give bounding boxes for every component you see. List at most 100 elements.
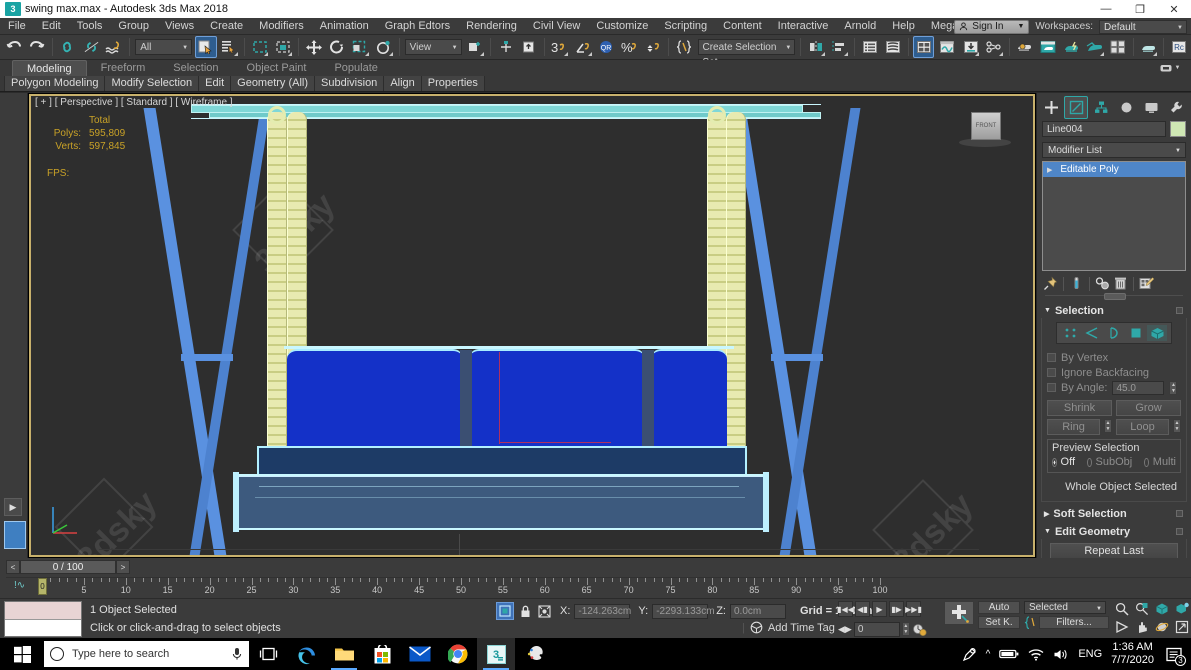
minimize-button[interactable]: — <box>1089 0 1123 18</box>
listener-input-pane[interactable] <box>5 602 81 619</box>
color-swatch[interactable] <box>4 521 26 549</box>
by-vertex-checkbox[interactable] <box>1047 353 1056 362</box>
rendered-frame-window-button[interactable] <box>1061 36 1082 58</box>
menu-animation[interactable]: Animation <box>312 18 377 35</box>
clock[interactable]: 1:36 AM 7/7/2020 <box>1111 641 1154 667</box>
viewcube[interactable]: FRONT <box>971 112 1001 140</box>
select-by-name-button[interactable] <box>219 36 240 58</box>
loop-button[interactable]: Loop <box>1116 419 1169 435</box>
rollout-edit-geometry-header[interactable]: ▼ Edit Geometry <box>1041 524 1187 539</box>
preview-subobj-radio[interactable] <box>1087 457 1092 467</box>
ring-spinner[interactable]: ▲ ▼ <box>1104 419 1112 433</box>
ribbon-panel-modify-selection[interactable]: Modify Selection <box>105 76 200 91</box>
auto-key-button[interactable]: Auto <box>978 601 1020 614</box>
z-coordinate-field[interactable]: 0.0cm <box>729 603 786 619</box>
workspace-select[interactable]: Default <box>1099 19 1187 35</box>
notifications-icon[interactable]: 3 <box>1163 643 1186 666</box>
redo-button[interactable] <box>26 36 47 58</box>
select-and-rotate-button[interactable] <box>326 36 347 58</box>
add-time-tag-control[interactable]: | Add Time Tag <box>742 621 835 634</box>
menu-arnold[interactable]: Arnold <box>836 18 884 35</box>
keyboard-shortcut-override-button[interactable] <box>518 36 539 58</box>
particle-view-button[interactable] <box>983 36 1004 58</box>
ribbon-minimize-control[interactable]: ▼ <box>1157 60 1183 76</box>
vertex-sublevel-button[interactable] <box>1061 325 1081 341</box>
task-view-icon[interactable] <box>249 638 287 670</box>
expand-triangle-icon[interactable]: ▶ <box>1044 510 1049 518</box>
menu-create[interactable]: Create <box>202 18 251 35</box>
render-in-cloud-button[interactable]: Rc <box>1168 36 1189 58</box>
wifi-icon[interactable] <box>1028 648 1044 661</box>
next-frame-button[interactable]: > <box>116 560 130 574</box>
absolute-relative-toggle[interactable] <box>496 602 514 620</box>
time-slider-playhead[interactable]: 0 <box>38 578 47 595</box>
start-icon[interactable] <box>0 638 44 670</box>
repeat-last-button[interactable]: Repeat Last <box>1050 543 1178 559</box>
loop-spinner[interactable]: ▲ ▼ <box>1173 419 1181 433</box>
volume-icon[interactable] <box>1053 648 1069 661</box>
undo-button[interactable] <box>3 36 24 58</box>
modifier-stack[interactable]: ▶ Editable Poly <box>1042 161 1186 271</box>
edit-named-selection-sets-button[interactable] <box>673 36 694 58</box>
polygon-sublevel-button[interactable] <box>1126 325 1146 341</box>
preview-off-radio[interactable] <box>1052 457 1057 467</box>
menu-graph-editors[interactable]: Graph Edtors <box>377 18 458 35</box>
ring-button[interactable]: Ring <box>1047 419 1100 435</box>
previous-frame-button[interactable]: ◀▮ <box>855 601 870 617</box>
key-filters-button[interactable]: Filters... <box>1039 616 1109 629</box>
bind-to-space-warp-button[interactable] <box>104 36 125 58</box>
time-slider[interactable]: 0 / 100 <box>20 560 116 574</box>
language-indicator[interactable]: ENG <box>1078 648 1102 660</box>
panel-divider[interactable] <box>1045 293 1183 301</box>
menu-views[interactable]: Views <box>157 18 202 35</box>
zoom-icon[interactable] <box>1112 600 1131 617</box>
isolate-selection-icon[interactable] <box>536 602 552 620</box>
select-and-manipulate-button[interactable] <box>495 36 516 58</box>
grow-button[interactable]: Grow <box>1116 400 1181 416</box>
listener-output-pane[interactable] <box>5 618 81 636</box>
menu-help[interactable]: Help <box>884 18 923 35</box>
expand-triangle-icon[interactable]: ▶ <box>1047 166 1052 174</box>
rollout-selection-header[interactable]: ▼ Selection <box>1041 303 1187 318</box>
zoom-all-icon[interactable] <box>1132 600 1151 617</box>
x-coordinate-field[interactable]: -124.263cm <box>574 603 631 619</box>
by-angle-row[interactable]: By Angle: 45.0 ▲ ▼ <box>1047 380 1181 395</box>
modify-tab[interactable] <box>1064 95 1089 119</box>
sign-in-button[interactable]: Sign In ▼ <box>954 19 1030 34</box>
select-and-scale-button[interactable] <box>350 36 371 58</box>
close-button[interactable]: ✕ <box>1157 0 1191 18</box>
play-animation-button[interactable]: ▶ <box>872 601 887 617</box>
by-vertex-row[interactable]: By Vertex <box>1047 350 1181 365</box>
ribbon-panel-edit[interactable]: Edit <box>199 76 232 91</box>
curve-editor-button[interactable] <box>913 36 935 58</box>
set-key-filters-button[interactable] <box>960 36 981 58</box>
y-coordinate-field[interactable]: -2293.133cm <box>652 603 715 619</box>
select-and-place-button[interactable] <box>373 36 394 58</box>
rollout-pin-icon[interactable] <box>1176 528 1183 535</box>
select-and-move-button[interactable] <box>303 36 324 58</box>
create-tab[interactable] <box>1039 96 1063 119</box>
make-unique-icon[interactable] <box>1095 276 1110 291</box>
ignore-backfacing-row[interactable]: Ignore Backfacing <box>1047 365 1181 380</box>
expand-panel-button[interactable]: ▶ <box>4 498 22 516</box>
lock-icon[interactable] <box>518 602 532 620</box>
pen-icon[interactable] <box>962 647 977 662</box>
maxscript-mini-listener[interactable] <box>4 601 82 637</box>
paint-icon[interactable] <box>515 638 553 670</box>
menu-interactive[interactable]: Interactive <box>770 18 837 35</box>
render-setup-button[interactable] <box>1037 36 1058 58</box>
layer-explorer-button[interactable] <box>859 36 880 58</box>
menu-modifiers[interactable]: Modifiers <box>251 18 312 35</box>
modifier-stack-item-editable-poly[interactable]: ▶ Editable Poly <box>1043 162 1185 177</box>
menu-civil-view[interactable]: Civil View <box>525 18 588 35</box>
material-editor-button[interactable] <box>1014 36 1035 58</box>
key-mode-selected-combo[interactable]: Selected <box>1024 601 1106 615</box>
ribbon-tab-populate[interactable]: Populate <box>320 60 391 76</box>
scene-explorer-button[interactable] <box>883 36 904 58</box>
zoom-extents-icon[interactable] <box>1152 600 1171 617</box>
by-angle-checkbox[interactable] <box>1047 383 1056 392</box>
render-iterative-button[interactable] <box>1108 36 1129 58</box>
menu-file[interactable]: File <box>0 18 34 35</box>
current-frame-field[interactable]: 0 <box>853 621 900 637</box>
object-name-field[interactable]: Line004 <box>1042 121 1166 137</box>
